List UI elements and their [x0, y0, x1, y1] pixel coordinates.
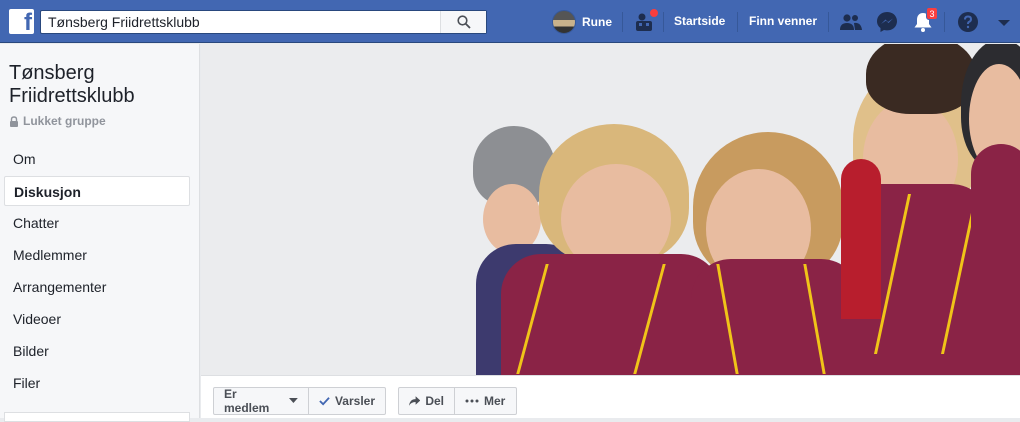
- cover-photo[interactable]: [201, 44, 1020, 375]
- more-dots-icon: [465, 399, 479, 403]
- profile-link[interactable]: Rune: [552, 10, 612, 34]
- group-title[interactable]: Tønsberg Friidrettsklubb: [9, 62, 189, 108]
- share-button[interactable]: Del: [398, 387, 455, 415]
- group-privacy: Lukket gruppe: [9, 114, 106, 128]
- sidebar-item-members[interactable]: Medlemmer: [4, 240, 190, 270]
- search-button[interactable]: [440, 11, 486, 33]
- sidebar-item-files[interactable]: Filer: [4, 368, 190, 398]
- group-menu: Om Diskusjon Chatter Medlemmer Arrangeme…: [4, 144, 190, 400]
- home-link[interactable]: Startside: [674, 14, 725, 28]
- divider: [737, 12, 738, 32]
- top-navigation-bar: f Tønsberg Friidrettsklubb Rune Startsid…: [0, 0, 1020, 43]
- account-menu-chevron-down-icon[interactable]: [992, 10, 1016, 34]
- divider: [828, 12, 829, 32]
- facebook-logo-icon[interactable]: f: [9, 9, 34, 36]
- more-button[interactable]: Mer: [454, 387, 517, 415]
- avatar: [552, 10, 576, 34]
- check-icon: [319, 397, 330, 406]
- messenger-icon[interactable]: [875, 10, 899, 34]
- help-icon[interactable]: [956, 10, 980, 34]
- sidebar-item-photos[interactable]: Bilder: [4, 336, 190, 366]
- red-jacket: [841, 159, 881, 319]
- friend-requests-icon[interactable]: [839, 10, 863, 34]
- create-icon[interactable]: [633, 8, 659, 34]
- hair: [866, 44, 976, 114]
- sidebar-item-chats[interactable]: Chatter: [4, 208, 190, 238]
- notifications-icon[interactable]: 3: [911, 7, 938, 34]
- notifications-button[interactable]: Varsler: [308, 387, 386, 415]
- sidebar-item-events[interactable]: Arrangementer: [4, 272, 190, 302]
- more-label: Mer: [484, 394, 506, 408]
- group-sidebar: Tønsberg Friidrettsklubb Lukket gruppe O…: [0, 44, 200, 418]
- privacy-label: Lukket gruppe: [23, 114, 106, 128]
- sidebar-item-videos[interactable]: Videoer: [4, 304, 190, 334]
- user-name: Rune: [582, 15, 612, 29]
- joined-button[interactable]: Er medlem: [213, 387, 309, 415]
- share-label: Del: [425, 394, 444, 408]
- sidebar-search-box[interactable]: [4, 412, 190, 422]
- notifications-label: Varsler: [334, 394, 375, 408]
- sidebar-item-about[interactable]: Om: [4, 144, 190, 174]
- notification-count-badge: 3: [926, 7, 938, 20]
- divider: [622, 12, 623, 32]
- divider: [944, 12, 945, 32]
- sidebar-item-discussion[interactable]: Diskusjon: [4, 176, 190, 206]
- lock-icon: [10, 115, 18, 127]
- joined-label: Er medlem: [224, 387, 270, 415]
- search-input[interactable]: Tønsberg Friidrettsklubb: [48, 14, 200, 30]
- find-friends-link[interactable]: Finn venner: [749, 14, 817, 28]
- search-icon: [457, 15, 471, 29]
- jacket: [971, 144, 1020, 375]
- share-arrow-icon: [409, 396, 421, 406]
- chevron-down-icon: [289, 398, 298, 403]
- divider: [663, 12, 664, 32]
- search-box[interactable]: Tønsberg Friidrettsklubb: [40, 10, 487, 34]
- medal-ribbon: [716, 264, 826, 374]
- notification-dot: [649, 8, 659, 18]
